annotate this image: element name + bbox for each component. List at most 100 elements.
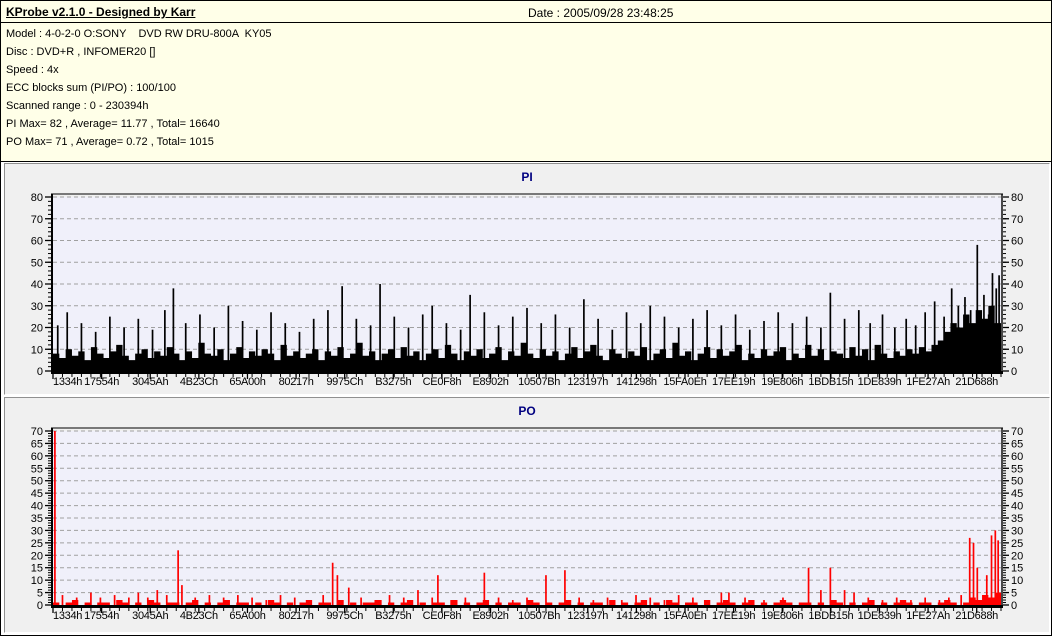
y-axis-label-left: 40 <box>31 279 43 291</box>
x-axis-label: 4B23Ch <box>180 610 218 622</box>
x-axis-label: 123197h <box>567 376 608 388</box>
y-axis-label-right: 60 <box>1011 236 1023 248</box>
x-axis-label: E8902h <box>472 376 508 388</box>
y-axis-label-left: 50 <box>31 476 43 488</box>
y-axis-label-right: 35 <box>1011 513 1023 525</box>
x-axis-label: 1FE27Ah <box>906 376 950 388</box>
x-axis-label: 19E806h <box>761 376 803 388</box>
pi-chart: 0 010 1020 2030 3040 4050 5060 6070 7080 801334h 1… <box>31 170 1024 388</box>
kprobe-window: KProbe v2.1.0 - Designed by Karr Date : … <box>0 0 1052 636</box>
pi-chart-panel: 0 0 10 10 20 20 30 30 40 40 50 50 60 60 70 70 80 80 1334h 1… <box>4 163 1050 395</box>
x-axis-label: 17554h <box>84 376 119 388</box>
y-axis-label-left: 25 <box>31 538 43 550</box>
info-line: PI Max= 82 , Average= 11.77 , Total= 166… <box>6 118 220 130</box>
chart-title: PI <box>521 170 532 184</box>
y-axis-label-right: 50 <box>1011 257 1023 269</box>
x-axis-label: 141298h <box>616 376 657 388</box>
x-axis-label: 10507Bh <box>518 376 560 388</box>
x-axis-label: 17EE19h <box>712 610 755 622</box>
top-section: KProbe v2.1.0 - Designed by Karr Date : … <box>1 1 1051 162</box>
x-axis-label: 10507Bh <box>518 610 560 622</box>
x-axis-label: 1BDB15h <box>808 376 853 388</box>
x-axis-label: 1DE839h <box>858 610 902 622</box>
x-axis-label: 3045Ah <box>132 610 168 622</box>
y-axis-label-left: 70 <box>31 214 43 226</box>
x-axis-label: 1334h <box>53 610 82 622</box>
y-axis-label-left: 80 <box>31 192 43 204</box>
y-axis-label-right: 40 <box>1011 279 1023 291</box>
x-axis-label: 1DE839h <box>858 376 902 388</box>
y-axis-label-right: 15 <box>1011 563 1023 575</box>
x-axis-label: 17EE19h <box>712 376 755 388</box>
y-axis-label-right: 5 <box>1011 588 1017 600</box>
y-axis-label-left: 5 <box>37 588 43 600</box>
y-axis-label-left: 35 <box>31 513 43 525</box>
y-axis-label-right: 0 <box>1011 366 1017 378</box>
y-axis-label-left: 15 <box>31 563 43 575</box>
x-axis-label: B3275h <box>375 610 411 622</box>
y-axis-label-right: 10 <box>1011 575 1023 587</box>
y-axis-label-right: 20 <box>1011 550 1023 562</box>
info-panel: Model : 4-0-2-0 O:SONY DVD RW DRU-800A K… <box>1 23 1051 149</box>
x-axis-label: 9975Ch <box>326 610 363 622</box>
header: KProbe v2.1.0 - Designed by Karr Date : … <box>1 1 1051 23</box>
y-axis-label-right: 55 <box>1011 463 1023 475</box>
x-axis-label: 80217h <box>279 610 314 622</box>
y-axis-label-right: 30 <box>1011 525 1023 537</box>
y-axis-label-left: 50 <box>31 257 43 269</box>
x-axis-label: 4B23Ch <box>180 376 218 388</box>
y-axis-label-right: 70 <box>1011 426 1023 438</box>
y-axis-label-right: 25 <box>1011 538 1023 550</box>
x-axis-label: 141298h <box>616 610 657 622</box>
y-axis-label-left: 0 <box>37 366 43 378</box>
po-chart-panel: 0 0 5 5 10 10 15 15 20 20 25 25 30 30 35 35 40 40 45 45 50 50… <box>4 397 1050 633</box>
y-axis-label-left: 10 <box>31 575 43 587</box>
info-line: Model : 4-0-2-0 O:SONY DVD RW DRU-800A K… <box>6 28 272 40</box>
y-axis-label-left: 0 <box>37 600 43 612</box>
y-axis-label-left: 20 <box>31 323 43 335</box>
x-axis-label: 17554h <box>84 610 119 622</box>
x-axis-label: 9975Ch <box>326 376 363 388</box>
x-axis-label: 1334h <box>53 376 82 388</box>
y-axis-label-right: 45 <box>1011 488 1023 500</box>
x-axis-label: 80217h <box>279 376 314 388</box>
x-axis-label: E8902h <box>472 610 508 622</box>
y-axis-label-left: 45 <box>31 488 43 500</box>
x-axis-label: 1FE27Ah <box>906 610 950 622</box>
app-title: KProbe v2.1.0 - Designed by Karr <box>6 5 196 19</box>
y-axis-label-right: 65 <box>1011 438 1023 450</box>
y-axis-label-right: 0 <box>1011 600 1017 612</box>
x-axis-label: 1BDB15h <box>808 610 853 622</box>
y-axis-label-left: 55 <box>31 463 43 475</box>
x-axis-label: 21D688h <box>955 376 998 388</box>
y-axis-label-left: 60 <box>31 451 43 463</box>
chart-title: PO <box>518 404 535 418</box>
x-axis-label: 15FA0Eh <box>663 376 706 388</box>
y-axis-label-right: 60 <box>1011 451 1023 463</box>
x-axis-label: CE0F8h <box>423 610 462 622</box>
y-axis-label-right: 30 <box>1011 301 1023 313</box>
y-axis-label-right: 50 <box>1011 476 1023 488</box>
po-chart: 0 05 510 1015 1520 2025 2530 3035 3540 4045 4550 50… <box>31 404 1024 622</box>
x-axis-label: 3045Ah <box>132 376 168 388</box>
scan-date: Date : 2005/09/28 23:48:25 <box>528 6 674 20</box>
y-axis-label-left: 10 <box>31 344 43 356</box>
x-axis-label: 65A00h <box>229 610 265 622</box>
y-axis-label-right: 80 <box>1011 192 1023 204</box>
y-axis-label-left: 30 <box>31 525 43 537</box>
x-axis-label: 123197h <box>567 610 608 622</box>
x-axis-label: 65A00h <box>229 376 265 388</box>
y-axis-label-left: 40 <box>31 501 43 513</box>
info-line: Scanned range : 0 - 230394h <box>6 100 149 112</box>
y-axis-label-left: 20 <box>31 550 43 562</box>
x-axis-label: 21D688h <box>955 610 998 622</box>
info-line: PO Max= 71 , Average= 0.72 , Total= 1015 <box>6 136 214 148</box>
x-axis-label: B3275h <box>375 376 411 388</box>
y-axis-label-left: 65 <box>31 438 43 450</box>
y-axis-label-left: 60 <box>31 236 43 248</box>
y-axis-label-right: 20 <box>1011 323 1023 335</box>
x-axis-label: 15FA0Eh <box>663 610 706 622</box>
y-axis-label-left: 30 <box>31 301 43 313</box>
info-line: Speed : 4x <box>6 64 59 76</box>
y-axis-label-right: 40 <box>1011 501 1023 513</box>
